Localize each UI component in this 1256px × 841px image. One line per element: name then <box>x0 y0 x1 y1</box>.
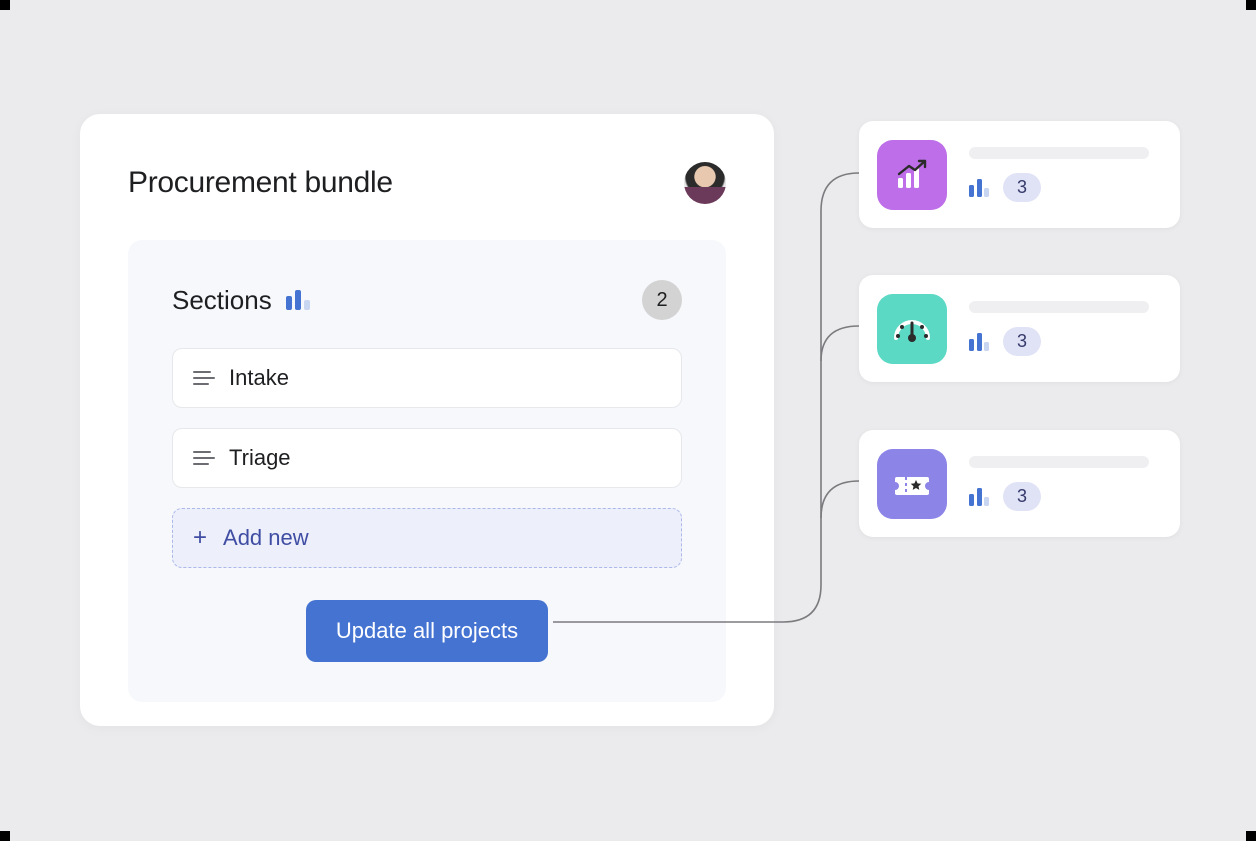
bars-icon <box>969 179 989 197</box>
panel-title: Procurement bundle <box>128 166 393 200</box>
list-icon <box>193 371 213 385</box>
bars-icon <box>969 333 989 351</box>
project-count-pill: 3 <box>1003 327 1041 356</box>
ticket-icon <box>877 449 947 519</box>
bars-icon <box>969 488 989 506</box>
sections-header: Sections 2 <box>172 280 682 320</box>
project-card[interactable]: 3 <box>859 121 1180 228</box>
section-label: Intake <box>229 365 289 391</box>
project-card[interactable]: 3 <box>859 275 1180 382</box>
list-icon <box>193 451 213 465</box>
project-title-skeleton <box>969 301 1149 313</box>
section-row[interactable]: Intake <box>172 348 682 408</box>
section-label: Triage <box>229 445 291 471</box>
update-all-button[interactable]: Update all projects <box>306 600 548 662</box>
sections-heading-group: Sections <box>172 285 310 316</box>
project-title-skeleton <box>969 456 1149 468</box>
sections-count-badge: 2 <box>642 280 682 320</box>
panel-header: Procurement bundle <box>128 162 726 204</box>
project-body: 3 <box>969 147 1160 202</box>
sections-heading: Sections <box>172 285 272 316</box>
project-body: 3 <box>969 456 1160 511</box>
project-meta: 3 <box>969 173 1160 202</box>
project-meta: 3 <box>969 327 1160 356</box>
add-section-label: Add new <box>223 525 309 551</box>
avatar[interactable] <box>684 162 726 204</box>
project-title-skeleton <box>969 147 1149 159</box>
plus-icon: + <box>193 526 207 550</box>
add-section-button[interactable]: + Add new <box>172 508 682 568</box>
project-body: 3 <box>969 301 1160 356</box>
project-card[interactable]: 3 <box>859 430 1180 537</box>
gauge-icon <box>877 294 947 364</box>
bundle-panel: Procurement bundle Sections 2 Intake Tri… <box>80 114 774 726</box>
growth-chart-icon <box>877 140 947 210</box>
project-count-pill: 3 <box>1003 482 1041 511</box>
section-row[interactable]: Triage <box>172 428 682 488</box>
sections-card: Sections 2 Intake Triage + Add new Updat… <box>128 240 726 702</box>
project-meta: 3 <box>969 482 1160 511</box>
project-count-pill: 3 <box>1003 173 1041 202</box>
bars-icon <box>286 290 310 310</box>
